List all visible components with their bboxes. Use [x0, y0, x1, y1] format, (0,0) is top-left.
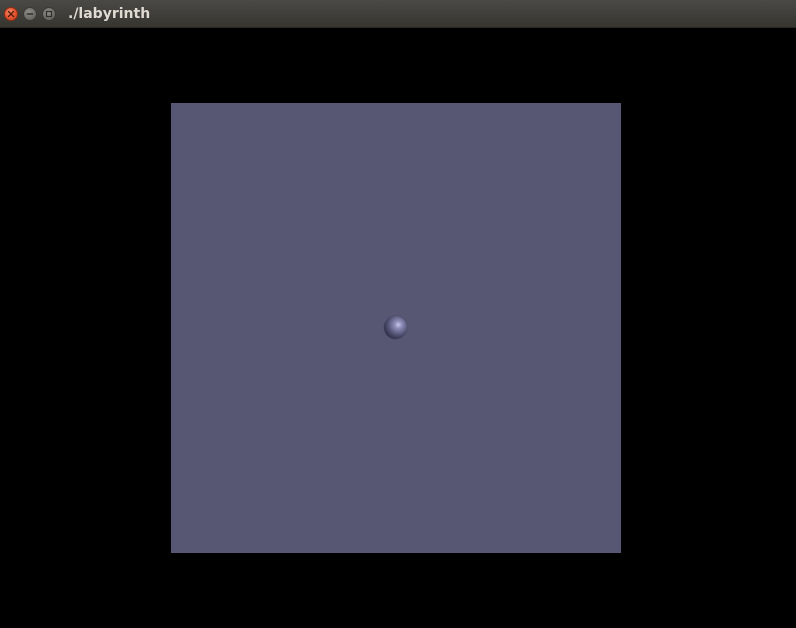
ball: [384, 316, 407, 339]
app-window: ./labyrinth: [0, 0, 796, 628]
minimize-icon: [26, 13, 34, 15]
close-button[interactable]: [4, 7, 18, 21]
window-title: ./labyrinth: [68, 6, 151, 22]
title-bar[interactable]: ./labyrinth: [0, 0, 796, 28]
minimize-button[interactable]: [23, 7, 37, 21]
close-icon: [7, 10, 15, 18]
game-viewport[interactable]: [0, 28, 796, 628]
maximize-icon: [45, 10, 53, 18]
labyrinth-board[interactable]: [171, 103, 621, 553]
maximize-button[interactable]: [42, 7, 56, 21]
